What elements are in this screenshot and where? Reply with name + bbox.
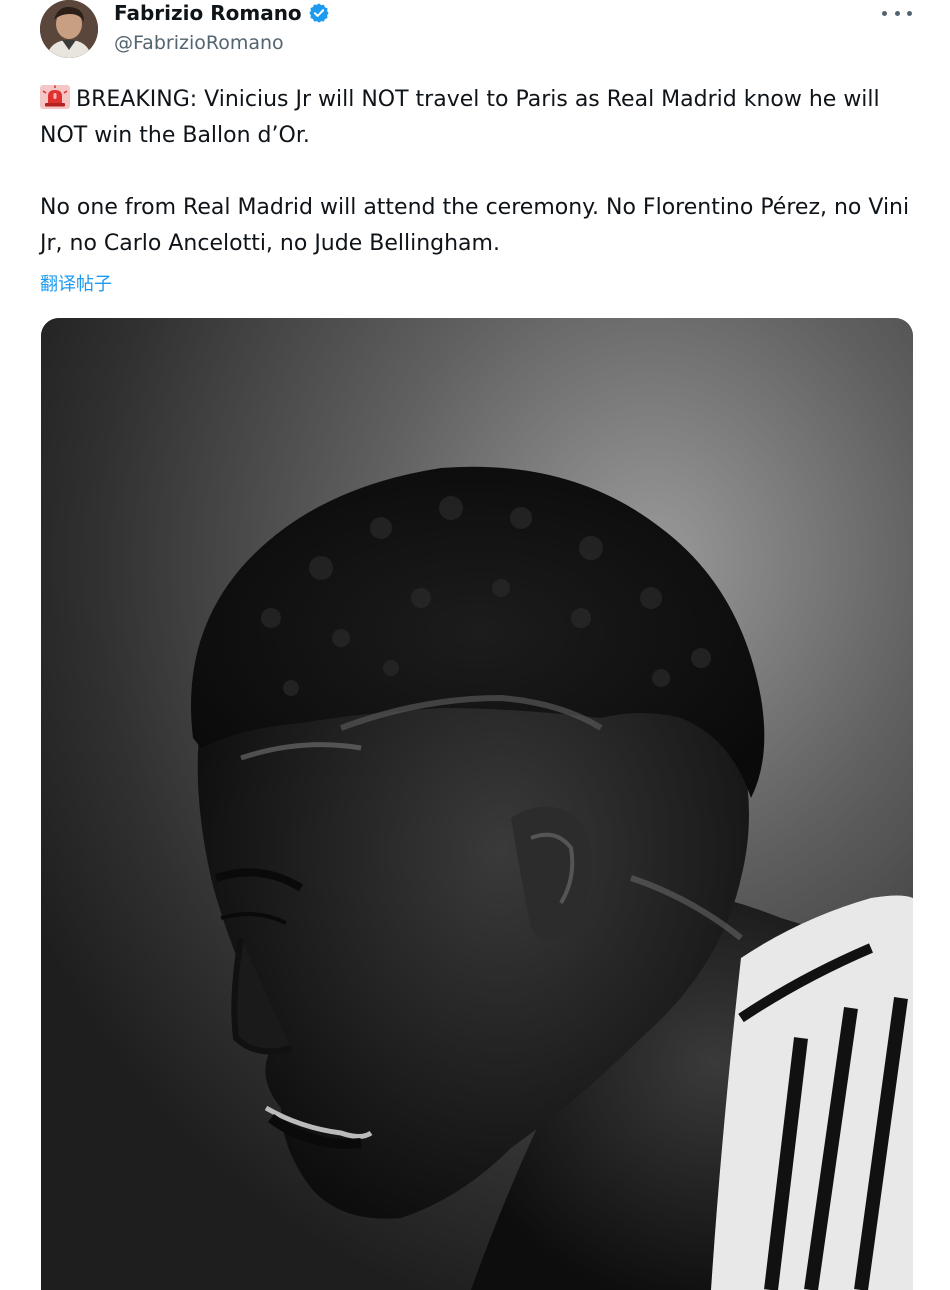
more-dot — [894, 10, 900, 16]
more-dot — [907, 10, 912, 16]
author-handle[interactable]: @FabrizioRomano — [114, 32, 284, 54]
more-horizontal-icon[interactable] — [882, 2, 912, 24]
author-name-row: Fabrizio Romano — [114, 0, 330, 26]
more-dot — [882, 10, 887, 16]
avatar-photo — [40, 0, 98, 58]
tweet-card: Fabrizio Romano @FabrizioRomano BREAKING — [0, 0, 950, 1290]
siren-icon — [40, 85, 70, 109]
tweet-paragraph-2: No one from Real Madrid will attend the … — [40, 195, 910, 256]
player-profile-photo — [41, 318, 913, 1290]
tweet-paragraph-1: BREAKING: Vinicius Jr will NOT travel to… — [40, 82, 920, 154]
tweet-media-photo[interactable] — [41, 318, 913, 1290]
tweet-header: Fabrizio Romano @FabrizioRomano — [40, 0, 920, 62]
author-avatar[interactable] — [40, 0, 98, 58]
tweet-text: BREAKING: Vinicius Jr will NOT travel to… — [40, 82, 920, 262]
verified-badge-icon — [309, 3, 329, 23]
tweet-paragraph-1-text: BREAKING: Vinicius Jr will NOT travel to… — [40, 87, 880, 148]
translate-post-link[interactable]: 翻译帖子 — [40, 270, 112, 296]
author-display-name[interactable]: Fabrizio Romano — [114, 1, 302, 25]
